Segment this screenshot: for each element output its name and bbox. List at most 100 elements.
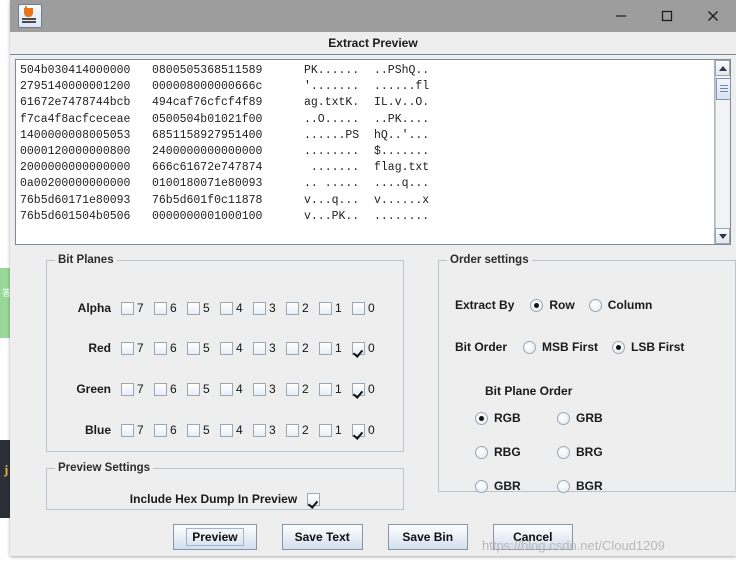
preview-button[interactable]: Preview: [173, 524, 257, 550]
radio-bit-plane-order-grb[interactable]: GRB: [557, 411, 639, 425]
radio-msb-first[interactable]: MSB First: [523, 340, 598, 354]
minimize-icon: [616, 15, 626, 17]
checkbox-alpha-bit-6[interactable]: [154, 301, 167, 315]
scroll-down-button[interactable]: [715, 228, 730, 244]
checkbox-blue-bit-2[interactable]: [286, 423, 299, 437]
bit-plane-cell-blue-0[interactable]: 0: [352, 423, 385, 437]
bit-plane-cell-alpha-5[interactable]: 5: [187, 301, 220, 315]
radio-extract-row[interactable]: Row: [530, 298, 575, 312]
radio-extract-column[interactable]: Column: [588, 298, 653, 312]
bit-plane-cell-alpha-3[interactable]: 3: [253, 301, 286, 315]
bit-plane-cell-green-6[interactable]: 6: [154, 382, 187, 396]
save-text-button[interactable]: Save Text: [281, 524, 363, 550]
hex-dump-cell: .. .....: [304, 177, 360, 191]
checkbox-green-bit-5[interactable]: [187, 382, 200, 396]
bit-plane-cell-red-0[interactable]: 0: [352, 341, 385, 355]
bit-plane-cell-red-5[interactable]: 5: [187, 341, 220, 355]
bit-plane-cell-blue-2[interactable]: 2: [286, 423, 319, 437]
checkbox-blue-bit-1[interactable]: [319, 423, 332, 437]
checkbox-blue-bit-5[interactable]: [187, 423, 200, 437]
bit-number-label: 1: [335, 382, 342, 396]
checkbox-green-bit-0[interactable]: [352, 382, 365, 396]
checkbox-green-bit-7[interactable]: [121, 382, 134, 396]
include-hex-dump-row[interactable]: Include Hex Dump In Preview: [47, 492, 403, 506]
bit-plane-cell-green-5[interactable]: 5: [187, 382, 220, 396]
checkbox-red-bit-5[interactable]: [187, 341, 200, 355]
scrollbar-thumb[interactable]: [716, 78, 731, 100]
bit-plane-cell-blue-3[interactable]: 3: [253, 423, 286, 437]
window-titlebar[interactable]: [10, 0, 736, 32]
close-button[interactable]: [690, 0, 736, 32]
checkbox-green-bit-4[interactable]: [220, 382, 233, 396]
hex-dump-cell: 1400000008005053: [20, 128, 131, 142]
bit-plane-cell-red-3[interactable]: 3: [253, 341, 286, 355]
checkbox-alpha-bit-7[interactable]: [121, 301, 134, 315]
checkbox-red-bit-7[interactable]: [121, 341, 134, 355]
checkbox-alpha-bit-4[interactable]: [220, 301, 233, 315]
radio-lsb-first[interactable]: LSB First: [612, 340, 684, 354]
hex-dump-text[interactable]: 504b030414000000 0800505368511589 PK......…: [16, 60, 714, 244]
maximize-button[interactable]: [644, 0, 690, 32]
checkbox-red-bit-4[interactable]: [220, 341, 233, 355]
bit-plane-cell-blue-1[interactable]: 1: [319, 423, 352, 437]
checkbox-alpha-bit-2[interactable]: [286, 301, 299, 315]
preview-button-label: Preview: [186, 528, 244, 546]
checkbox-alpha-bit-0[interactable]: [352, 301, 365, 315]
radio-msb-first-label: MSB First: [542, 340, 599, 354]
radio-button-icon: [557, 445, 570, 459]
checkbox-red-bit-1[interactable]: [319, 341, 332, 355]
checkbox-red-bit-6[interactable]: [154, 341, 167, 355]
bit-plane-cell-alpha-0[interactable]: 0: [352, 301, 385, 315]
checkbox-blue-bit-6[interactable]: [154, 423, 167, 437]
bit-plane-cell-blue-6[interactable]: 6: [154, 423, 187, 437]
bit-plane-cell-green-3[interactable]: 3: [253, 382, 286, 396]
bit-plane-cell-alpha-2[interactable]: 2: [286, 301, 319, 315]
checkbox-red-bit-2[interactable]: [286, 341, 299, 355]
bit-plane-cell-green-7[interactable]: 7: [121, 382, 154, 396]
bit-plane-cell-red-2[interactable]: 2: [286, 341, 319, 355]
radio-bit-plane-order-bgr[interactable]: BGR: [557, 479, 639, 493]
window-controls: [598, 0, 736, 32]
radio-extract-column-label: Column: [607, 298, 653, 312]
scroll-up-button[interactable]: [715, 60, 730, 76]
hex-preview-panel: 504b030414000000 0800505368511589 PK......…: [15, 59, 731, 245]
bit-plane-cell-green-2[interactable]: 2: [286, 382, 319, 396]
include-hex-dump-checkbox[interactable]: [307, 492, 321, 506]
bit-plane-cell-alpha-4[interactable]: 4: [220, 301, 253, 315]
checkbox-red-bit-0[interactable]: [352, 341, 365, 355]
bit-plane-cell-red-7[interactable]: 7: [121, 341, 154, 355]
bit-plane-cell-green-4[interactable]: 4: [220, 382, 253, 396]
checkbox-red-bit-3[interactable]: [253, 341, 266, 355]
bit-plane-cell-alpha-7[interactable]: 7: [121, 301, 154, 315]
bit-plane-cell-red-4[interactable]: 4: [220, 341, 253, 355]
checkbox-green-bit-3[interactable]: [253, 382, 266, 396]
bit-plane-cell-green-0[interactable]: 0: [352, 382, 385, 396]
checkbox-blue-bit-4[interactable]: [220, 423, 233, 437]
bit-plane-cell-red-1[interactable]: 1: [319, 341, 352, 355]
preview-scrollbar[interactable]: [714, 60, 731, 244]
checkbox-alpha-bit-5[interactable]: [187, 301, 200, 315]
minimize-button[interactable]: [598, 0, 644, 32]
radio-bit-plane-order-rgb[interactable]: RGB: [475, 411, 557, 425]
checkbox-blue-bit-0[interactable]: [352, 423, 365, 437]
save-bin-button[interactable]: Save Bin: [387, 524, 468, 550]
bit-plane-cell-blue-4[interactable]: 4: [220, 423, 253, 437]
cancel-button[interactable]: Cancel: [492, 524, 573, 550]
bit-plane-cell-blue-5[interactable]: 5: [187, 423, 220, 437]
checkbox-alpha-bit-1[interactable]: [319, 301, 332, 315]
bit-plane-cell-blue-7[interactable]: 7: [121, 423, 154, 437]
radio-bit-plane-order-brg[interactable]: BRG: [557, 445, 639, 459]
checkbox-blue-bit-3[interactable]: [253, 423, 266, 437]
bit-plane-cell-green-1[interactable]: 1: [319, 382, 352, 396]
checkbox-blue-bit-7[interactable]: [121, 423, 134, 437]
radio-bit-plane-order-rbg[interactable]: RBG: [475, 445, 557, 459]
bit-plane-cell-alpha-1[interactable]: 1: [319, 301, 352, 315]
checkbox-green-bit-6[interactable]: [154, 382, 167, 396]
checkbox-green-bit-1[interactable]: [319, 382, 332, 396]
scrollbar-track[interactable]: [715, 76, 731, 228]
radio-bit-plane-order-gbr[interactable]: GBR: [475, 479, 557, 493]
checkbox-green-bit-2[interactable]: [286, 382, 299, 396]
bit-plane-cell-red-6[interactable]: 6: [154, 341, 187, 355]
bit-plane-cell-alpha-6[interactable]: 6: [154, 301, 187, 315]
checkbox-alpha-bit-3[interactable]: [253, 301, 266, 315]
